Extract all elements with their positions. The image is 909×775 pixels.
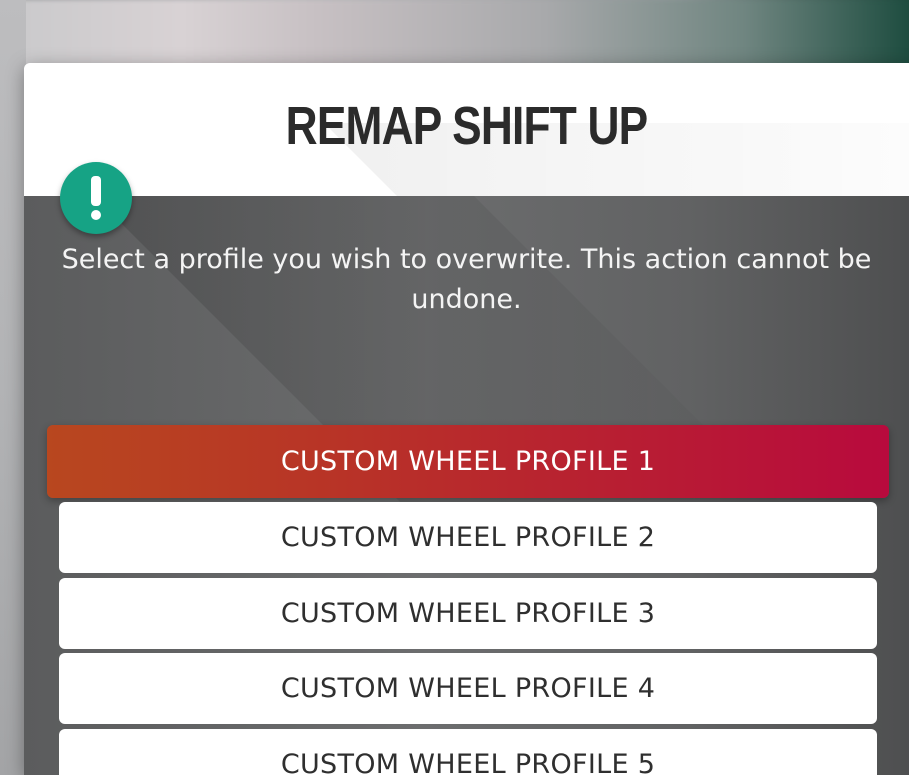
exclamation-dot xyxy=(91,210,101,220)
dialog-title: REMAP SHIFT UP xyxy=(285,96,648,156)
remap-dialog: REMAP SHIFT UP Select a profile you wish… xyxy=(24,63,909,775)
dialog-body: Select a profile you wish to overwrite. … xyxy=(24,196,909,775)
profile-button-5[interactable]: CUSTOM WHEEL PROFILE 5 xyxy=(59,729,877,775)
background-left xyxy=(0,0,26,775)
profile-button-2[interactable]: CUSTOM WHEEL PROFILE 2 xyxy=(59,502,877,573)
profile-button-4[interactable]: CUSTOM WHEEL PROFILE 4 xyxy=(59,653,877,724)
dialog-message: Select a profile you wish to overwrite. … xyxy=(61,244,872,315)
background-top xyxy=(0,0,909,70)
exclamation-bar xyxy=(91,176,101,206)
profile-button-1[interactable]: CUSTOM WHEEL PROFILE 1 xyxy=(47,425,889,498)
profile-button-3[interactable]: CUSTOM WHEEL PROFILE 3 xyxy=(59,578,877,649)
dialog-header: REMAP SHIFT UP xyxy=(24,63,909,196)
exclamation-icon xyxy=(60,162,132,234)
